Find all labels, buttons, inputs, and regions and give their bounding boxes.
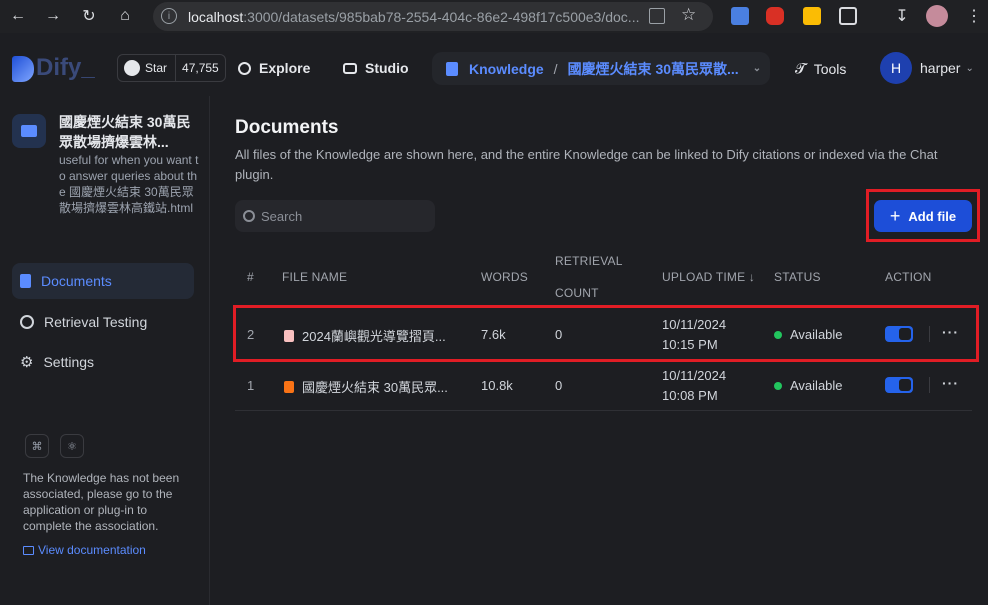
github-icon — [124, 60, 140, 76]
divider — [929, 377, 930, 393]
user-menu[interactable]: harper ⌄ — [920, 60, 974, 76]
search-icon — [243, 210, 255, 222]
browser-toolbar: ← → ↻ ⌂ i localhost:3000/datasets/985bab… — [0, 0, 988, 33]
bookmark-star-icon[interactable]: ☆ — [681, 5, 696, 25]
association-notice: The Knowledge has not been associated, p… — [23, 471, 180, 533]
dify-logo[interactable]: Dify_ — [12, 54, 95, 82]
profile-avatar-icon[interactable] — [926, 5, 948, 27]
upload-date: 10/11/2024 — [662, 368, 727, 383]
file-name[interactable]: 國慶煙火結束 30萬民眾... — [284, 377, 459, 396]
document-icon — [20, 274, 31, 288]
arrows-extension-icon[interactable] — [803, 7, 821, 25]
upload-time: 10:08 PM — [662, 388, 718, 403]
row-number: 1 — [247, 378, 255, 393]
site-info-icon[interactable]: i — [161, 8, 177, 24]
avatar[interactable]: H — [880, 52, 912, 84]
book-icon — [446, 61, 458, 76]
search-input[interactable]: Search — [235, 200, 435, 232]
knowledge-description: useful for when you want to answer queri… — [59, 153, 199, 215]
html-file-icon — [284, 380, 294, 393]
sidebar-item-settings[interactable]: ⚙ Settings — [12, 344, 194, 380]
chevron-down-icon: ⌄ — [965, 62, 974, 74]
chevron-down-icon[interactable]: ⌄ — [753, 63, 761, 74]
view-documentation-link[interactable]: View documentation — [23, 543, 146, 557]
nav-explore[interactable]: Explore — [238, 60, 310, 76]
divider — [235, 410, 972, 411]
forward-icon[interactable]: → — [43, 6, 63, 26]
column-words: WORDS — [481, 270, 528, 284]
current-knowledge-name[interactable]: 國慶煙火結束 30萬民眾散... — [568, 59, 739, 79]
compass-icon — [238, 61, 251, 75]
more-options-icon[interactable]: ··· — [942, 375, 959, 391]
page-title: Documents — [235, 117, 339, 138]
folder-icon — [12, 114, 46, 148]
dify-logo-mark-icon — [12, 55, 34, 82]
target-icon — [20, 315, 34, 329]
home-icon[interactable]: ⌂ — [115, 6, 135, 26]
status-badge: Available — [774, 378, 843, 393]
column-retrieval: RETRIEVAL — [555, 254, 623, 268]
sort-arrow-down-icon: ↓ — [745, 270, 756, 284]
page-description: All files of the Knowledge are shown her… — [235, 147, 938, 182]
column-status: STATUS — [774, 270, 821, 284]
translate-extension-icon[interactable] — [731, 7, 749, 25]
word-count: 10.8k — [481, 378, 513, 393]
tools-icon: 𝓣 — [795, 60, 806, 76]
browser-menu-icon[interactable]: ⋮ — [964, 6, 984, 26]
plugin-icon[interactable]: ⚛ — [60, 434, 84, 458]
reload-icon[interactable]: ↻ — [79, 6, 99, 26]
nav-tools[interactable]: 𝓣 Tools — [795, 60, 846, 77]
column-upload-time[interactable]: UPLOAD TIME ↓ — [662, 270, 755, 284]
robot-icon — [343, 62, 357, 74]
column-action: ACTION — [885, 270, 932, 284]
status-dot-icon — [774, 381, 782, 390]
app-header: Dify_ Star 47,755 Explore Studio Knowled… — [0, 40, 988, 96]
retrieval-count: 0 — [555, 378, 563, 393]
nav-knowledge[interactable]: Knowledge — [469, 61, 544, 77]
knowledge-breadcrumb[interactable]: Knowledge / 國慶煙火結束 30萬民眾散... ⌄ — [432, 52, 770, 85]
enable-toggle[interactable] — [885, 377, 913, 393]
address-bar[interactable]: i localhost:3000/datasets/985bab78-2554-… — [153, 2, 713, 31]
column-count: COUNT — [555, 286, 599, 300]
nav-studio[interactable]: Studio — [343, 60, 409, 76]
book-open-icon — [23, 545, 34, 555]
download-icon[interactable]: ↧ — [892, 6, 912, 26]
highlight-box — [233, 305, 979, 362]
github-star-button[interactable]: Star 47,755 — [117, 54, 226, 82]
highlight-box — [866, 189, 980, 242]
sidebar: 國慶煙火結束 30萬民眾散場擠爆雲林... useful for when yo… — [0, 96, 210, 605]
sidebar-item-retrieval-testing[interactable]: Retrieval Testing — [12, 304, 194, 340]
url-text: localhost:3000/datasets/985bab78-2554-40… — [188, 8, 640, 25]
star-count: 47,755 — [182, 61, 219, 75]
app-link-icon[interactable]: ⌘ — [25, 434, 49, 458]
gear-icon: ⚙ — [20, 354, 34, 371]
back-icon[interactable]: ← — [8, 6, 28, 26]
sidebar-item-documents[interactable]: Documents — [12, 263, 194, 299]
knowledge-name: 國慶煙火結束 30萬民眾散場擠爆雲林... — [59, 114, 191, 150]
extensions-puzzle-icon[interactable] — [839, 7, 857, 25]
column-number: # — [247, 270, 254, 284]
translate-icon[interactable] — [649, 8, 665, 24]
column-file-name: FILE NAME — [282, 270, 348, 284]
video-extension-icon[interactable] — [766, 7, 784, 25]
